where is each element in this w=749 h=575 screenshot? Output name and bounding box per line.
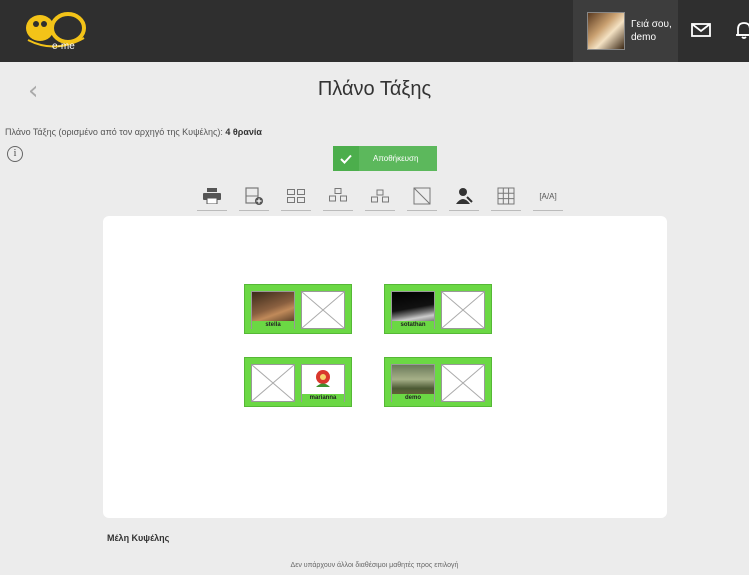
add-desk-button[interactable] — [239, 182, 269, 211]
student-name: marianna — [302, 394, 344, 402]
page-title: Πλάνο Τάξης — [317, 78, 432, 100]
avatar-bug-icon — [316, 370, 330, 387]
student-seat[interactable]: sotathan — [391, 291, 435, 329]
layout-cluster-icon — [371, 189, 389, 203]
avatar[interactable] — [587, 12, 625, 50]
empty-seat-icon — [441, 364, 485, 402]
page-subtitle: Πλάνο Τάξης (ορισμένο από τον αρχηγό της… — [5, 127, 262, 137]
empty-seat-icon — [301, 291, 345, 329]
greeting-text: Γειά σου, — [631, 19, 672, 30]
user-menu[interactable]: Γειά σου, demo — [573, 0, 678, 62]
person-button[interactable] — [449, 182, 479, 211]
bell-icon[interactable] — [732, 18, 749, 42]
layout-group-icon — [329, 188, 347, 202]
person-icon — [456, 188, 473, 204]
desk[interactable]: sotathan — [384, 284, 492, 334]
student-name: sotathan — [392, 321, 434, 329]
layout-grid-button[interactable] — [281, 182, 311, 211]
add-desk-icon — [245, 187, 263, 205]
desk[interactable]: marianna — [244, 357, 352, 407]
layout-grid-icon — [287, 189, 305, 203]
student-seat[interactable]: stella — [251, 291, 295, 329]
text-size-label: [A/A] — [539, 191, 557, 201]
layout-group-button[interactable] — [323, 182, 353, 211]
top-bar: e-me Γειά σου, demo — [0, 0, 749, 62]
empty-seat[interactable] — [441, 364, 485, 402]
save-button[interactable]: Αποθήκευση — [333, 146, 437, 171]
empty-seat[interactable] — [251, 364, 295, 402]
student-seat[interactable]: demo — [391, 364, 435, 402]
empty-seat[interactable] — [441, 291, 485, 329]
save-label: Αποθήκευση — [373, 154, 419, 163]
desk-count: 4 θρανία — [225, 127, 262, 137]
table-grid-icon — [497, 187, 515, 205]
student-name: stella — [252, 321, 294, 329]
empty-desk-button[interactable] — [407, 182, 437, 211]
desk[interactable]: stella — [244, 284, 352, 334]
subtitle-label: Πλάνο Τάξης (ορισμένο από τον αρχηγό της… — [5, 127, 226, 137]
members-heading: Μέλη Κυψέλης — [107, 533, 170, 543]
greeting: Γειά σου, demo — [631, 18, 672, 44]
envelope-icon[interactable] — [689, 18, 713, 42]
empty-desk-icon — [413, 187, 431, 205]
logo-text: e-me — [52, 41, 75, 52]
info-icon[interactable]: i — [7, 146, 23, 162]
text-size-button[interactable]: [A/A] — [533, 182, 563, 211]
empty-seat-icon — [251, 364, 295, 402]
desk[interactable]: demo — [384, 357, 492, 407]
layout-cluster-button[interactable] — [365, 182, 395, 211]
student-seat[interactable]: marianna — [301, 364, 345, 402]
table-grid-button[interactable] — [491, 182, 521, 211]
classroom-canvas: stella sotathan marianna demo — [103, 216, 667, 518]
empty-seat[interactable] — [301, 291, 345, 329]
username: demo — [631, 32, 657, 43]
print-button[interactable] — [197, 182, 227, 211]
empty-seat-icon — [441, 291, 485, 329]
e-me-logo[interactable]: e-me — [22, 8, 88, 54]
student-name: demo — [392, 394, 434, 402]
print-icon — [203, 188, 221, 204]
no-students-message: Δεν υπάρχουν άλλοι διαθέσιμοι μαθητές πρ… — [290, 562, 459, 569]
check-icon — [333, 146, 359, 171]
